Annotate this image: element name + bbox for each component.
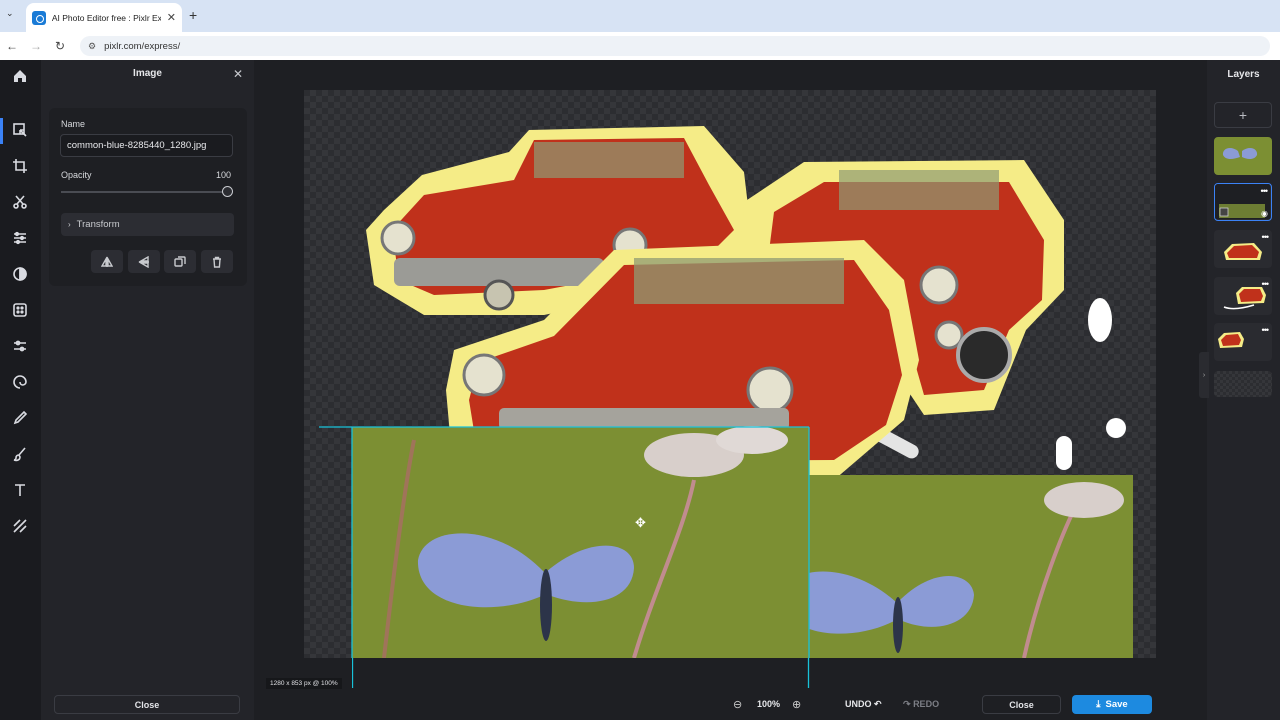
duplicate-icon: [174, 255, 186, 267]
adjust-icon[interactable]: [10, 228, 30, 248]
browser-tab[interactable]: AI Photo Editor free : Pixlr Expr... ✕: [26, 3, 182, 32]
trash-icon: [213, 256, 221, 268]
canvas-artwork[interactable]: ✥: [304, 90, 1156, 658]
redo-label: REDO: [913, 699, 940, 709]
filter-icon[interactable]: [10, 264, 30, 284]
opacity-value[interactable]: 100: [216, 170, 231, 180]
pixlr-favicon-icon: [32, 10, 46, 25]
undo-icon: ↶: [874, 699, 882, 709]
duplicate-button[interactable]: [164, 250, 196, 273]
layer-more-icon[interactable]: •••: [1262, 325, 1270, 335]
layer-more-icon[interactable]: •••: [1261, 186, 1269, 196]
white-blob: [1106, 418, 1126, 438]
add-layer-button[interactable]: +: [1214, 102, 1272, 128]
layer-thumb-butterfly-1[interactable]: [1214, 137, 1272, 175]
layer-thumb-car-1[interactable]: •••: [1214, 230, 1272, 268]
layer-thumb-car-2[interactable]: •••: [1214, 277, 1272, 315]
transform-section-toggle[interactable]: › Transform: [61, 213, 234, 236]
butterfly-photo-layer-1[interactable]: [352, 426, 809, 658]
address-bar[interactable]: ⚙ pixlr.com/express/: [80, 36, 1270, 56]
home-icon[interactable]: [10, 66, 30, 86]
download-icon: ⤓: [1096, 699, 1101, 710]
cutout-icon[interactable]: [10, 192, 30, 212]
zoom-out-icon[interactable]: ⊖: [733, 698, 742, 711]
white-blob: [1056, 436, 1072, 470]
opacity-slider-thumb[interactable]: [222, 186, 233, 197]
layer-more-icon[interactable]: •••: [1262, 232, 1270, 242]
arrange-icon[interactable]: [10, 120, 30, 140]
zoom-level[interactable]: 100%: [757, 699, 780, 709]
canvas-dimensions-label: 1280 x 853 px @ 100%: [266, 678, 342, 689]
retouch-icon[interactable]: [10, 372, 30, 392]
save-button[interactable]: ⤓ Save: [1072, 695, 1152, 714]
tab-list-dropdown-icon[interactable]: ⌄: [6, 8, 14, 19]
active-tool-indicator: [0, 118, 3, 144]
elements-icon[interactable]: [10, 516, 30, 536]
new-tab-button[interactable]: +: [189, 7, 197, 23]
reload-icon[interactable]: ↻: [48, 39, 72, 53]
url-text[interactable]: pixlr.com/express/: [104, 41, 180, 52]
layer-thumb-background[interactable]: [1214, 371, 1272, 397]
flip-vertical-button[interactable]: [128, 250, 160, 273]
flip-horizontal-button[interactable]: [91, 250, 123, 273]
chevron-right-icon: ›: [68, 220, 71, 229]
flip-vertical-icon: [138, 255, 149, 268]
delete-button[interactable]: [201, 250, 233, 273]
redo-icon: ↷: [903, 699, 911, 709]
collapse-panel-icon[interactable]: ›: [1199, 352, 1209, 398]
site-settings-icon[interactable]: ⚙: [88, 41, 96, 52]
panel-close-icon[interactable]: ✕: [233, 67, 243, 81]
tab-close-icon[interactable]: ✕: [167, 11, 176, 24]
brush-icon[interactable]: [10, 444, 30, 464]
transform-label: Transform: [76, 219, 120, 230]
back-icon[interactable]: ←: [0, 39, 24, 53]
opacity-label: Opacity: [61, 170, 92, 180]
liquify-icon[interactable]: [10, 336, 30, 356]
layers-title: Layers: [1227, 69, 1260, 80]
move-cursor-icon: ✥: [635, 516, 646, 531]
white-blob: [1088, 298, 1112, 342]
text-icon[interactable]: [10, 480, 30, 500]
save-label: Save: [1105, 699, 1128, 710]
zoom-in-icon[interactable]: ⊕: [792, 698, 801, 711]
effect-icon[interactable]: [10, 300, 30, 320]
layer-thumb-butterfly-2-selected[interactable]: ••• ◉: [1214, 183, 1272, 221]
layer-more-icon[interactable]: •••: [1262, 279, 1270, 289]
forward-icon[interactable]: →: [24, 39, 48, 53]
undo-label: UNDO: [845, 699, 872, 709]
redo-button[interactable]: ↷ REDO: [903, 699, 939, 710]
panel-close-button[interactable]: Close: [54, 695, 240, 714]
panel-title: Image: [133, 68, 162, 79]
crop-icon[interactable]: [10, 156, 30, 176]
layer-thumb-car-3[interactable]: •••: [1214, 323, 1272, 361]
opacity-slider-track[interactable]: [61, 191, 229, 193]
tab-title: AI Photo Editor free : Pixlr Expr...: [51, 12, 161, 23]
close-button[interactable]: Close: [982, 695, 1061, 714]
visibility-eye-icon[interactable]: ◉: [1261, 209, 1268, 218]
selection-guides-lower: [352, 658, 810, 688]
flip-horizontal-icon: [101, 255, 113, 267]
name-label: Name: [61, 119, 86, 129]
draw-icon[interactable]: [10, 408, 30, 428]
undo-button[interactable]: UNDO ↶: [845, 699, 882, 710]
layer-name-input[interactable]: [60, 134, 233, 157]
